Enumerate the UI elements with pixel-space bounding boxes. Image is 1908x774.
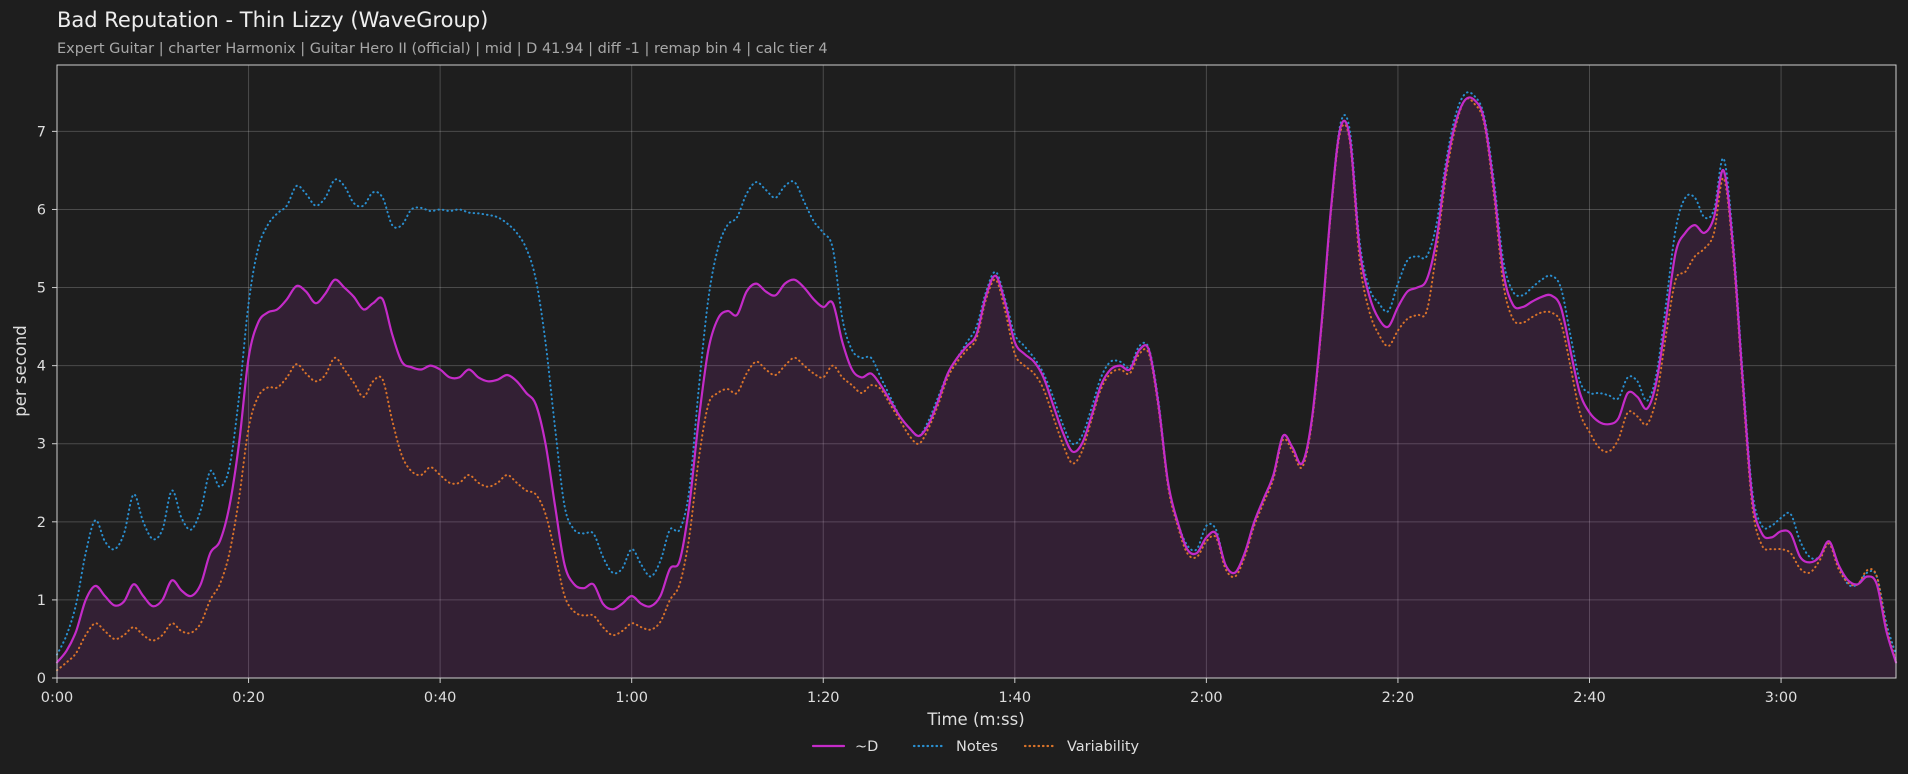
y-tick-label: 6 [37, 202, 46, 218]
y-tick-label: 2 [37, 515, 46, 531]
legend-label: Notes [956, 739, 998, 755]
x-tick-label: 0:40 [424, 690, 457, 706]
y-tick-label: 5 [37, 281, 46, 297]
area-fill-group [57, 97, 1896, 679]
y-tick-label: 7 [37, 124, 46, 140]
y-tick-label: 0 [37, 671, 46, 687]
x-axis-ticks: 0:00 0:20 0:40 1:00 1:20 1:40 2:00 2:20 2:40 3:00 [41, 678, 1798, 706]
x-tick-label: 1:00 [615, 690, 648, 706]
line-chart: 0:00 0:20 0:40 1:00 1:20 1:40 2:00 2:20 2:40 3:00… [11, 64, 1898, 755]
x-tick-label: 1:40 [999, 690, 1032, 706]
y-tick-label: 4 [37, 359, 46, 375]
y-axis-label: per second [11, 325, 30, 417]
x-tick-label: 1:20 [807, 690, 840, 706]
legend-label: ~D [855, 739, 878, 755]
x-tick-label: 3:00 [1765, 690, 1798, 706]
x-tick-label: 2:40 [1573, 690, 1606, 706]
y-tick-label: 3 [37, 437, 46, 453]
y-tick-label: 1 [37, 593, 46, 609]
x-tick-label: 0:20 [232, 690, 265, 706]
x-tick-label: 2:20 [1382, 690, 1415, 706]
x-tick-label: 0:00 [41, 690, 74, 706]
legend-label: Variability [1067, 739, 1140, 755]
x-axis-label: Time (m:ss) [926, 710, 1024, 729]
legend: ~D Notes Variability [811, 739, 1140, 755]
main-series-area [57, 97, 1896, 679]
y-axis-ticks: 0 1 2 3 4 5 6 7 [37, 124, 57, 687]
x-tick-label: 2:00 [1190, 690, 1223, 706]
